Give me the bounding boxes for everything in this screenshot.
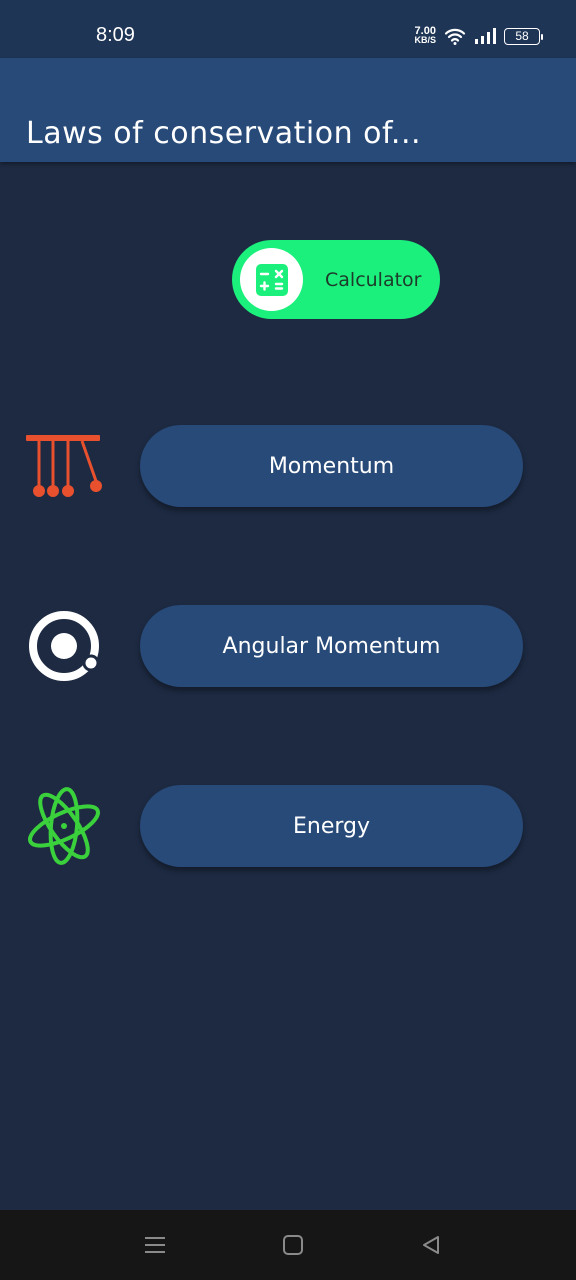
calculator-icon-container xyxy=(240,248,303,311)
back-button[interactable] xyxy=(416,1230,446,1260)
back-icon xyxy=(423,1236,439,1254)
navigation-bar xyxy=(0,1210,576,1280)
momentum-label: Momentum xyxy=(268,453,395,479)
home-icon xyxy=(283,1235,303,1255)
network-speed: 7.00 KB/S xyxy=(414,26,436,45)
app-bar: Laws of conservation of... xyxy=(0,58,576,162)
angular-momentum-label: Angular Momentum xyxy=(222,633,441,659)
energy-label: Energy xyxy=(292,813,371,839)
status-bar: 8:09 7.00 KB/S 58 xyxy=(0,0,576,58)
page-title: Laws of conservation of... xyxy=(26,116,422,151)
orbit-ring-icon xyxy=(29,611,100,681)
calculator-button[interactable]: Calculator xyxy=(232,240,440,319)
momentum-button[interactable]: Momentum xyxy=(140,425,523,507)
wifi-icon xyxy=(444,28,466,45)
signal-icon xyxy=(475,28,496,44)
atom-icon xyxy=(28,787,100,865)
battery-icon: 58 xyxy=(504,27,543,45)
menu-icon xyxy=(145,1237,165,1253)
calculator-label: Calculator xyxy=(325,268,422,291)
status-time: 8:09 xyxy=(96,24,135,46)
energy-button[interactable]: Energy xyxy=(140,785,523,867)
calculator-icon xyxy=(255,263,288,296)
newtons-cradle-icon xyxy=(26,435,102,497)
menu-button[interactable] xyxy=(140,1230,170,1260)
battery-level: 58 xyxy=(515,29,529,43)
status-indicators: 7.00 KB/S 58 xyxy=(414,24,543,48)
angular-momentum-button[interactable]: Angular Momentum xyxy=(140,605,523,687)
home-button[interactable] xyxy=(278,1230,308,1260)
network-speed-unit: KB/S xyxy=(414,35,436,45)
